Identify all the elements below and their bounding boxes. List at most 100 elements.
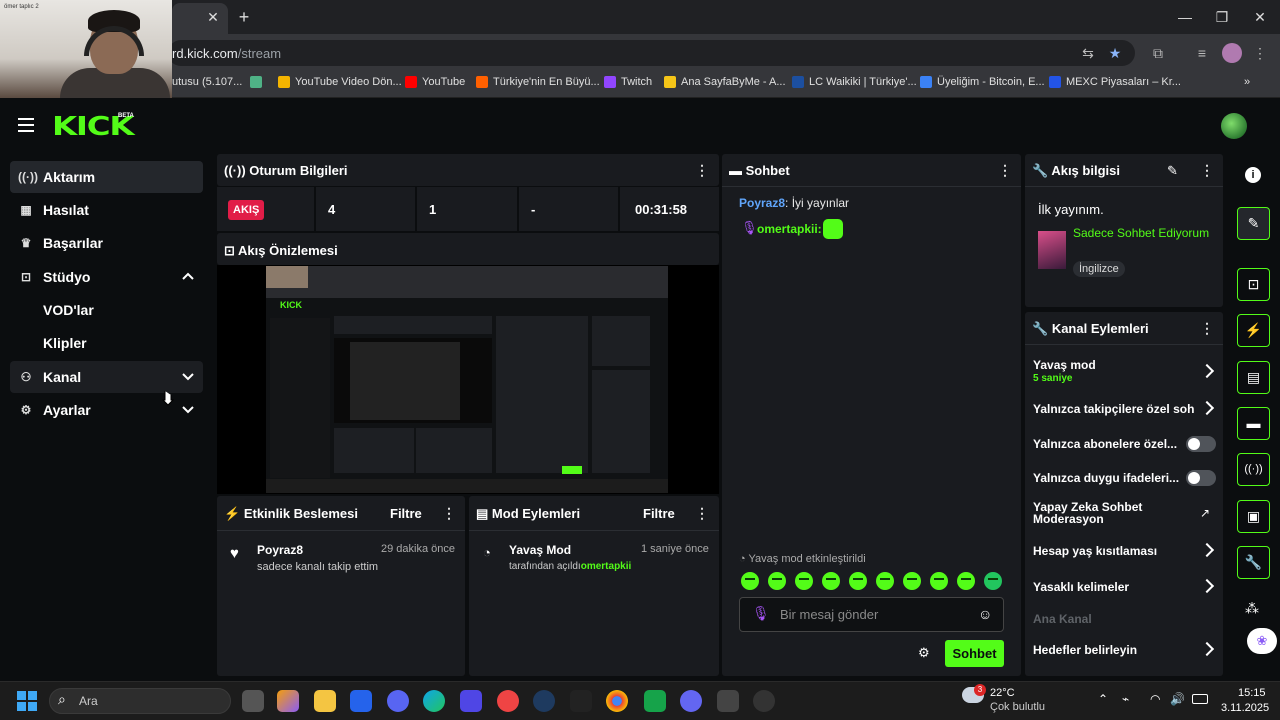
emote-icon[interactable]	[795, 572, 813, 590]
weather-temp[interactable]: 22°C	[990, 687, 1015, 699]
bookmark-item[interactable]	[250, 76, 267, 88]
slow-mode-action[interactable]: Yavaş mod	[1033, 358, 1096, 372]
media-icon[interactable]: ≡	[1192, 43, 1212, 63]
game-icon[interactable]	[717, 690, 739, 712]
mod-menu-icon[interactable]: ⋮	[695, 505, 709, 522]
profile-icon[interactable]	[1222, 43, 1242, 63]
set-goals-action[interactable]: Hedefler belirleyin	[1033, 643, 1137, 657]
banned-words-action[interactable]: Yasaklı kelimeler	[1033, 580, 1129, 594]
apps-icon[interactable]: ⁂	[1245, 600, 1259, 617]
teams-icon[interactable]	[460, 690, 482, 712]
category-link[interactable]: Sadece Sohbet Ediyorum	[1073, 225, 1213, 241]
sidebar-sub-vods[interactable]: VOD'lar	[43, 302, 94, 318]
lightning-icon[interactable]: ⚡	[1237, 314, 1270, 347]
bookmark-star-icon[interactable]: ★	[1105, 43, 1125, 63]
ea-icon[interactable]	[497, 690, 519, 712]
chat-icon[interactable]: ▬	[1237, 407, 1270, 440]
network-icon[interactable]: ⌁	[1122, 692, 1129, 706]
bookmark-item[interactable]: Ana SayfaByMe - A...	[664, 76, 786, 88]
new-tab-button[interactable]: +	[234, 7, 254, 27]
event-menu-icon[interactable]: ⋮	[442, 505, 456, 522]
battery-icon[interactable]	[1192, 694, 1208, 704]
file-explorer-icon[interactable]	[314, 690, 336, 712]
sidebar-item-aktarim[interactable]: ((·)) Aktarım	[10, 161, 203, 193]
bookmark-item[interactable]: utusu (5.107...	[172, 76, 242, 88]
sidebar-item-ayarlar[interactable]: ⚙ Ayarlar	[10, 394, 203, 426]
volume-icon[interactable]: 🔊	[1170, 692, 1185, 706]
epic-games-icon[interactable]	[570, 690, 592, 712]
app-icon[interactable]	[753, 690, 775, 712]
event-filter-button[interactable]: Filtre	[390, 506, 422, 521]
edit-pencil-icon[interactable]: ✎	[1167, 163, 1178, 179]
bookmarks-overflow-icon[interactable]: »	[1244, 76, 1250, 88]
age-restriction-action[interactable]: Hesap yaş kısıtlaması	[1033, 544, 1157, 558]
edge-icon[interactable]	[423, 690, 445, 712]
emote-icon[interactable]	[984, 572, 1002, 590]
emotes-only-toggle[interactable]	[1186, 470, 1216, 486]
clock-date[interactable]: 3.11.2025	[1221, 702, 1269, 714]
copilot-icon[interactable]	[277, 690, 299, 712]
bookmark-item[interactable]: Twitch	[604, 76, 652, 88]
sidebar-sub-clips[interactable]: Klipler	[43, 335, 87, 351]
user-avatar[interactable]	[1221, 113, 1247, 139]
followers-only-action[interactable]: Yalnızca takipçilere özel soh	[1033, 402, 1198, 416]
info-icon[interactable]: i	[1245, 167, 1261, 183]
taskbar-search[interactable]	[49, 688, 231, 714]
tray-chevron-icon[interactable]: ⌃	[1098, 692, 1108, 706]
emote-icon[interactable]	[768, 572, 786, 590]
discord-icon[interactable]	[387, 690, 409, 712]
hamburger-menu-icon[interactable]	[18, 118, 34, 132]
bookmark-item[interactable]: YouTube Video Dön...	[278, 76, 402, 88]
emote-icon[interactable]	[903, 572, 921, 590]
assistant-icon[interactable]: ❀	[1247, 628, 1277, 654]
store-icon[interactable]	[350, 690, 372, 712]
emote-icon[interactable]	[741, 572, 759, 590]
sidebar-item-kanal[interactable]: ⚇ Kanal	[10, 361, 203, 393]
xbox-icon[interactable]	[644, 690, 666, 712]
address-bar[interactable]	[168, 40, 1135, 66]
steam-icon[interactable]	[533, 690, 555, 712]
emote-icon[interactable]	[876, 572, 894, 590]
emote-icon[interactable]	[822, 572, 840, 590]
extensions-icon[interactable]: ⧉	[1148, 43, 1168, 63]
emote-icon[interactable]	[957, 572, 975, 590]
maximize-icon[interactable]: ❐	[1210, 6, 1234, 28]
bookmark-item[interactable]: YouTube	[405, 76, 465, 88]
translate-icon[interactable]: ⇆	[1078, 43, 1098, 63]
session-menu-icon[interactable]: ⋮	[695, 162, 709, 179]
channel-actions-menu-icon[interactable]: ⋮	[1200, 320, 1214, 337]
mod-filter-button[interactable]: Filtre	[643, 506, 675, 521]
bookmark-item[interactable]: MEXC Piyasaları – Kr...	[1049, 76, 1181, 88]
start-button-icon[interactable]	[17, 691, 37, 711]
sidebar-item-hasilat[interactable]: ▦ Hasılat	[10, 194, 203, 226]
document-icon[interactable]: ▤	[1237, 361, 1270, 394]
clock-time[interactable]: 15:15	[1238, 687, 1266, 699]
sidebar-item-basarilar[interactable]: ♛ Başarılar	[10, 227, 203, 259]
chrome-icon[interactable]	[606, 690, 628, 712]
bookmark-item[interactable]: LC Waikiki | Türkiye'...	[792, 76, 917, 88]
emote-icon[interactable]	[849, 572, 867, 590]
subs-only-toggle[interactable]	[1186, 436, 1216, 452]
send-chat-button[interactable]: Sohbet	[945, 640, 1004, 667]
video-icon[interactable]: ▣	[1237, 500, 1270, 533]
emote-icon[interactable]	[930, 572, 948, 590]
bookmark-item[interactable]: Türkiye'nin En Büyü...	[476, 76, 600, 88]
wifi-icon[interactable]: ◠	[1150, 692, 1160, 706]
bookmark-item[interactable]: Üyeliğim - Bitcoin, E...	[920, 76, 1045, 88]
chat-settings-icon[interactable]: ⚙	[918, 645, 930, 661]
edit-icon[interactable]: ✎	[1237, 207, 1270, 240]
minimize-icon[interactable]: —	[1173, 6, 1197, 28]
close-window-icon[interactable]: ✕	[1248, 6, 1272, 28]
external-link-icon[interactable]: ↗	[1200, 506, 1210, 520]
app-icon[interactable]	[680, 690, 702, 712]
preview-panel-icon[interactable]: ⊡	[1237, 268, 1270, 301]
close-tab-icon[interactable]: ✕	[204, 8, 222, 26]
emoji-picker-icon[interactable]: ☺	[978, 606, 992, 622]
ai-moderation-action[interactable]: Yapay Zeka Sohbet Moderasyon	[1033, 501, 1183, 525]
sidebar-item-studyo[interactable]: ⊡ Stüdyo	[10, 261, 203, 293]
wrench-icon[interactable]: 🔧	[1237, 546, 1270, 579]
task-view-icon[interactable]	[242, 690, 264, 712]
stream-info-menu-icon[interactable]: ⋮	[1200, 162, 1214, 179]
menu-icon[interactable]: ⋮	[1250, 43, 1270, 63]
broadcast-icon[interactable]: ((·))	[1237, 453, 1270, 486]
